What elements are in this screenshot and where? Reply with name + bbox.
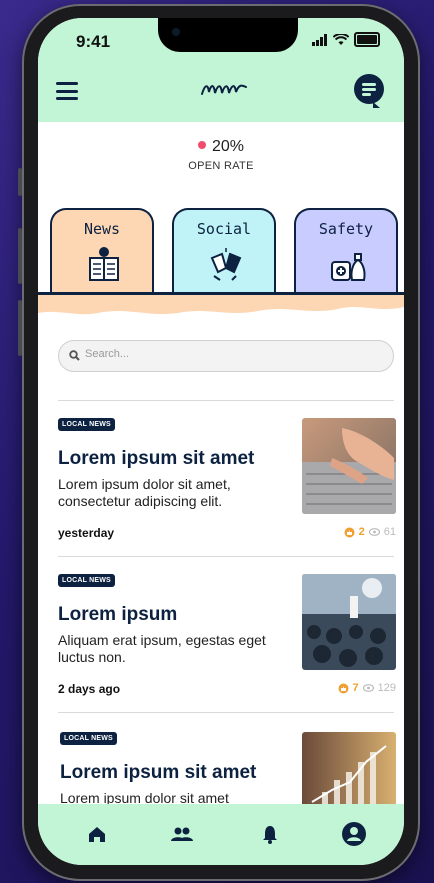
likes-count: 7	[352, 682, 359, 694]
search-input[interactable]	[83, 347, 367, 361]
like-icon	[338, 683, 349, 693]
article-summary: Aliquam erat ipsum, egestas eget luctus …	[58, 632, 266, 665]
status-dot	[197, 140, 206, 149]
profile-icon[interactable]	[340, 820, 368, 848]
views-icon	[368, 528, 380, 536]
like-icon	[344, 527, 355, 537]
home-icon[interactable]	[83, 820, 111, 848]
category-badge: LOCAL NEWS	[58, 574, 115, 587]
people-icon[interactable]	[168, 820, 196, 848]
divider	[58, 712, 394, 713]
bottom-navigation	[38, 804, 404, 865]
tab-safety-label: Safety	[318, 220, 374, 238]
phone-volume-down	[18, 300, 22, 356]
newspaper-icon	[89, 247, 119, 281]
article-title: Lorem ipsum sit amet	[60, 762, 257, 783]
phone-volume-up	[18, 228, 22, 284]
status-icons	[312, 32, 380, 47]
wifi-icon	[333, 33, 349, 45]
tabs-wave-decoration	[38, 295, 404, 315]
article-stats: 7 129	[338, 682, 396, 694]
article-date: yesterday	[58, 526, 115, 540]
article-date: 2 days ago	[58, 682, 121, 696]
views-count: 129	[377, 682, 396, 694]
bell-icon[interactable]	[256, 820, 284, 848]
tab-safety[interactable]: Safety	[294, 208, 398, 294]
first-aid-bag-icon	[331, 253, 366, 281]
phone-side-button	[18, 168, 22, 196]
cheers-cups-icon	[210, 248, 242, 281]
category-tabs: News Social Safety	[38, 206, 404, 316]
hamburger-menu-icon[interactable]	[56, 82, 78, 100]
laptop-typing-photo	[302, 418, 396, 514]
divider	[58, 556, 394, 557]
divider	[58, 400, 394, 401]
app-screen: 9:41 20% OPEN RATE News Social Safety Se…	[38, 18, 404, 865]
category-badge: LOCAL NEWS	[60, 732, 117, 745]
article-title: Lorem ipsum sit amet	[58, 448, 255, 469]
article-card[interactable]: LOCAL NEWS Lorem ipsum Aliquam erat ipsu…	[58, 574, 396, 724]
open-rate-value: 20%	[211, 138, 245, 155]
search-icon	[69, 350, 80, 361]
tab-news[interactable]: News	[50, 208, 154, 294]
chat-bubble-icon[interactable]	[354, 74, 384, 108]
article-card[interactable]: LOCAL NEWS Lorem ipsum sit amet Lorem ip…	[58, 418, 396, 568]
battery-icon	[354, 32, 380, 47]
open-rate-label: OPEN RATE	[188, 160, 254, 172]
tab-news-label: News	[83, 220, 121, 238]
article-stats: 2 61	[344, 526, 396, 538]
tab-social-label: Social	[196, 220, 252, 238]
category-badge: LOCAL NEWS	[58, 418, 115, 431]
likes-count: 2	[358, 526, 365, 538]
conference-audience-photo	[302, 574, 396, 670]
status-time: 9:41	[76, 32, 111, 51]
article-summary: Lorem ipsum dolor sit amet, consectetur …	[58, 476, 231, 509]
views-icon	[362, 684, 374, 692]
signal-icon	[312, 33, 327, 46]
phone-notch	[158, 18, 298, 52]
views-count: 61	[383, 526, 396, 538]
squiggle-logo-icon	[201, 84, 247, 95]
search-bar[interactable]	[58, 340, 394, 372]
tab-social[interactable]: Social	[172, 208, 276, 294]
open-rate: 20% OPEN RATE	[38, 138, 404, 172]
article-title: Lorem ipsum	[58, 604, 178, 625]
